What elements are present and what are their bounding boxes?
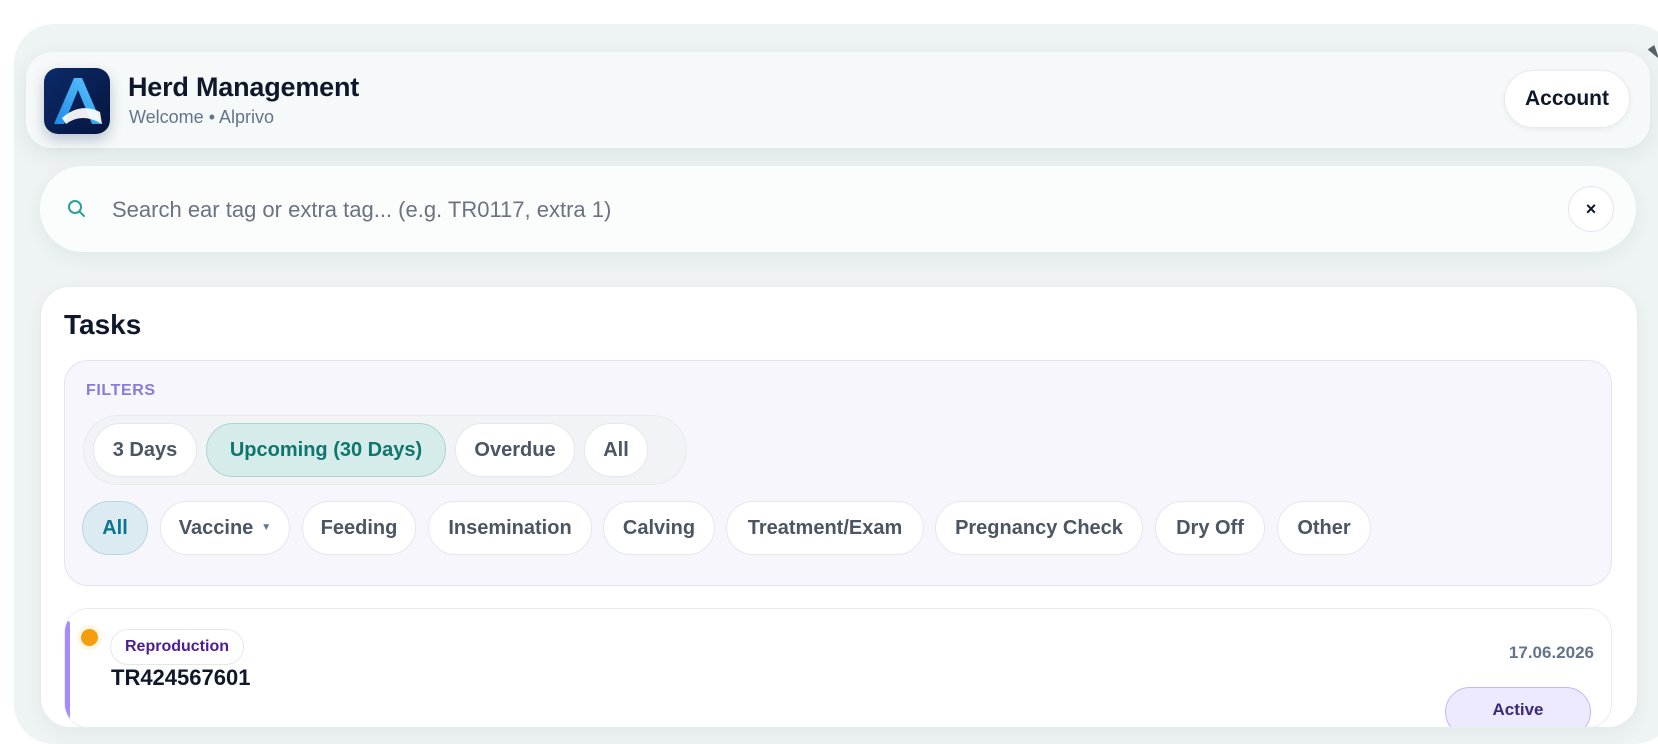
task-ear-tag: TR424567601 — [111, 665, 251, 690]
search-input[interactable] — [110, 188, 1514, 232]
category-feeding[interactable]: Feeding — [302, 501, 416, 555]
category-other[interactable]: Other — [1277, 501, 1371, 555]
account-button[interactable]: Account — [1504, 70, 1630, 128]
app-logo-icon — [44, 68, 110, 134]
category-dry-off[interactable]: Dry Off — [1155, 501, 1265, 555]
filter-upcoming-30-days[interactable]: Upcoming (30 Days) — [206, 423, 446, 477]
tasks-title: Tasks — [64, 309, 142, 340]
task-status-badge[interactable]: Active — [1445, 687, 1591, 727]
filter-overdue[interactable]: Overdue — [455, 423, 575, 477]
task-due-date: 17.06.2026 — [1508, 643, 1594, 662]
task-list-item[interactable]: Reproduction TR424567601 17.06.2026 Acti… — [64, 608, 1612, 728]
welcome-subtitle: Welcome • Alprivo — [129, 107, 275, 127]
filters-panel: FILTERS 3 Days Upcoming (30 Days) Overdu… — [64, 360, 1612, 586]
category-calving[interactable]: Calving — [603, 501, 715, 555]
priority-dot-icon — [81, 629, 98, 646]
filters-label: FILTERS — [86, 382, 156, 399]
close-icon: × — [1585, 198, 1597, 219]
app-title: Herd Management — [128, 72, 360, 102]
category-pregnancy-check[interactable]: Pregnancy Check — [935, 501, 1143, 555]
search-bar: × — [40, 166, 1636, 252]
filter-3-days[interactable]: 3 Days — [93, 423, 197, 477]
app-header: Herd Management Welcome • Alprivo Accoun… — [26, 52, 1650, 148]
clear-search-button[interactable]: × — [1568, 186, 1614, 232]
category-treatment-exam[interactable]: Treatment/Exam — [726, 501, 924, 555]
task-category-badge: Reproduction — [110, 629, 244, 665]
category-insemination[interactable]: Insemination — [428, 501, 592, 555]
category-vaccine-label: Vaccine — [178, 516, 254, 539]
search-icon — [66, 198, 88, 220]
category-vaccine-dropdown[interactable]: Vaccine ▼ — [160, 501, 290, 555]
caret-down-icon: ▼ — [261, 521, 272, 533]
task-accent-bar — [65, 621, 70, 727]
category-all[interactable]: All — [82, 501, 148, 555]
tasks-card: Tasks FILTERS 3 Days Upcoming (30 Days) … — [40, 286, 1638, 728]
date-range-filter: 3 Days Upcoming (30 Days) Overdue All — [83, 415, 687, 485]
filter-range-all[interactable]: All — [584, 423, 648, 477]
